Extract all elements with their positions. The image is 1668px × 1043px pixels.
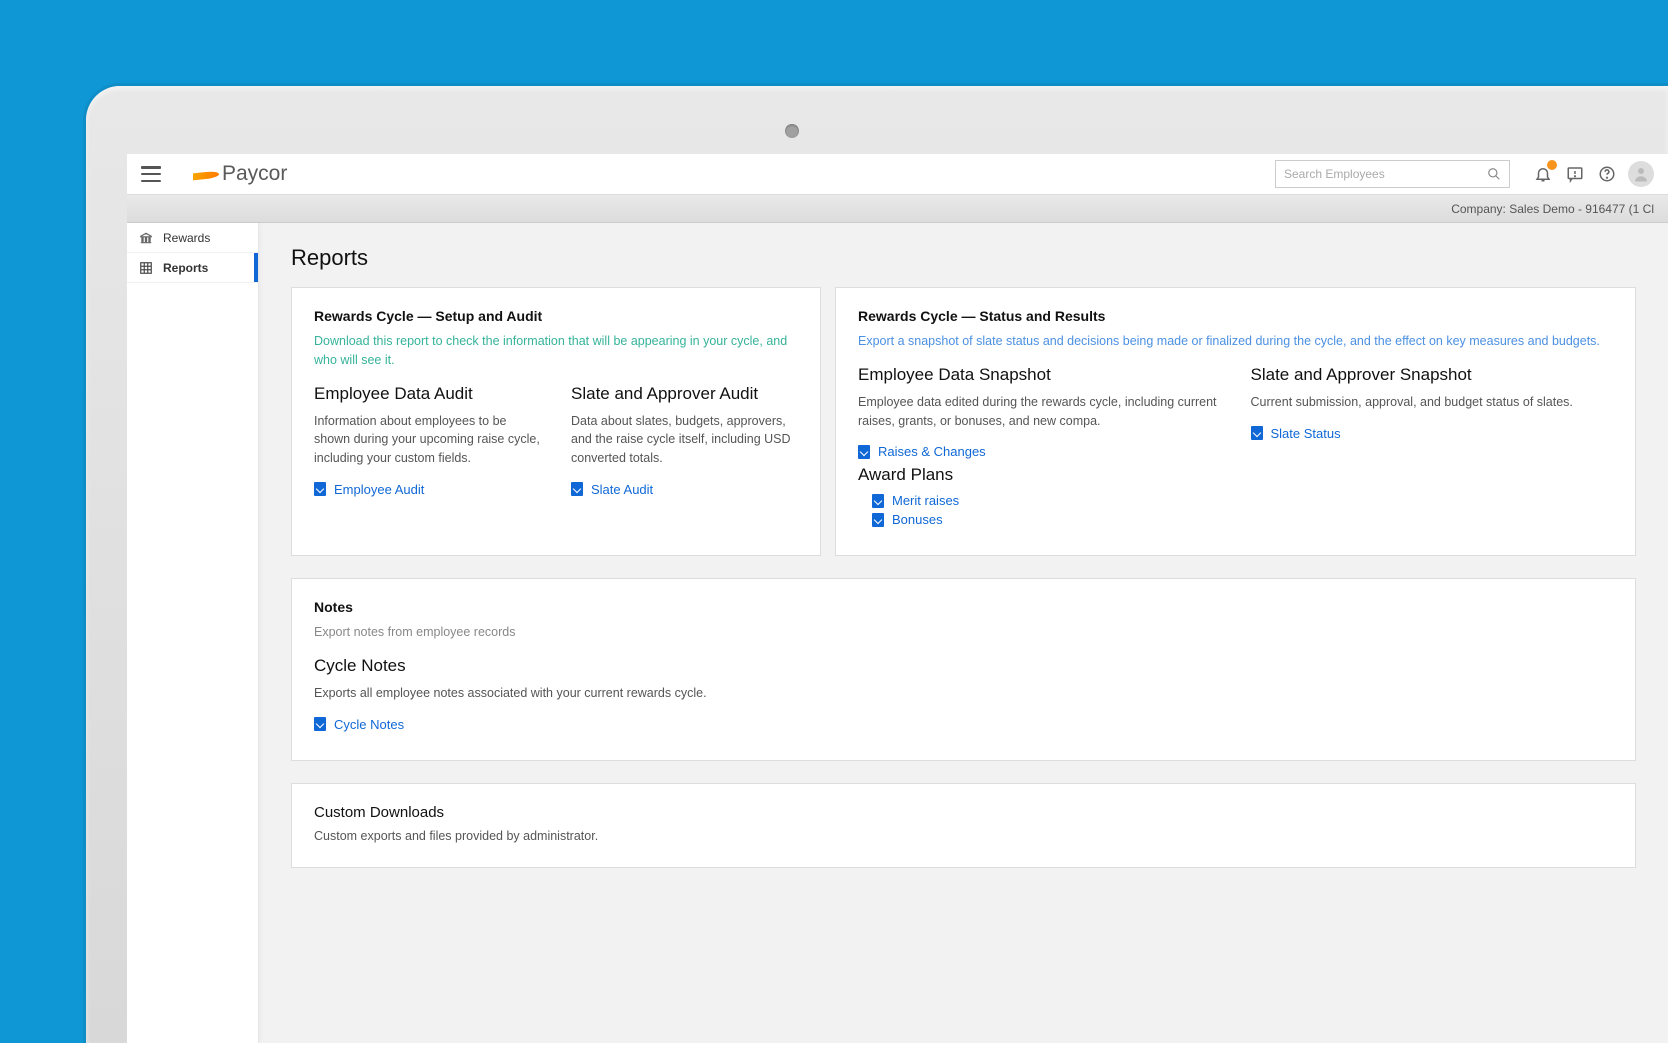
grid-icon: [139, 261, 153, 275]
help-icon[interactable]: [1596, 163, 1618, 185]
notification-badge: [1547, 160, 1557, 170]
link-bonuses[interactable]: Bonuses: [872, 512, 1221, 527]
logo-swoosh-icon: [193, 168, 219, 180]
card-title: Custom Downloads: [314, 804, 1613, 821]
card-status-results: Rewards Cycle — Status and Results Expor…: [835, 287, 1636, 556]
section-heading: Award Plans: [858, 465, 1221, 485]
section-heading: Cycle Notes: [314, 656, 1613, 676]
sidenav-item-reports[interactable]: Reports: [127, 253, 258, 283]
download-doc-icon: [571, 482, 583, 496]
device-frame: Paycor: [86, 86, 1668, 1043]
section-award-plans: Award Plans Merit raises Bon: [858, 465, 1221, 527]
device-camera: [785, 124, 799, 138]
bank-icon: [139, 231, 153, 245]
col-heading: Slate and Approver Audit: [571, 384, 798, 404]
search-input[interactable]: [1284, 167, 1487, 181]
main-content: Reports Rewards Cycle — Setup and Audit …: [259, 223, 1668, 1043]
card-desc: Custom exports and files provided by adm…: [314, 829, 1613, 843]
logo-text: Paycor: [222, 162, 287, 186]
col-slate-snapshot: Slate and Approver Snapshot Current subm…: [1251, 365, 1614, 532]
col-employee-data-audit: Employee Data Audit Information about em…: [314, 384, 541, 501]
card-title: Rewards Cycle — Status and Results: [858, 308, 1613, 324]
company-value: Sales Demo - 916477 (1 Cl: [1509, 202, 1654, 216]
link-label: Employee Audit: [334, 482, 424, 497]
sidenav-item-rewards[interactable]: Rewards: [127, 223, 258, 253]
link-merit-raises[interactable]: Merit raises: [872, 493, 1221, 508]
link-label: Cycle Notes: [334, 717, 404, 732]
card-notes: Notes Export notes from employee records…: [291, 578, 1636, 761]
link-cycle-notes[interactable]: Cycle Notes: [314, 717, 1613, 732]
link-slate-audit[interactable]: Slate Audit: [571, 482, 798, 497]
card-desc: Export a snapshot of slate status and de…: [858, 332, 1613, 351]
sidenav-item-label: Reports: [163, 261, 208, 275]
col-employee-snapshot: Employee Data Snapshot Employee data edi…: [858, 365, 1221, 532]
col-body: Information about employees to be shown …: [314, 412, 541, 468]
card-custom-downloads: Custom Downloads Custom exports and file…: [291, 783, 1636, 868]
link-label: Slate Audit: [591, 482, 653, 497]
sidenav-item-label: Rewards: [163, 231, 210, 245]
user-avatar[interactable]: [1628, 161, 1654, 187]
download-doc-icon: [872, 494, 884, 508]
col-heading: Employee Data Audit: [314, 384, 541, 404]
topbar-icons: [1532, 161, 1654, 187]
link-label: Bonuses: [892, 512, 943, 527]
feedback-icon[interactable]: [1564, 163, 1586, 185]
card-title: Notes: [314, 599, 1613, 615]
download-doc-icon: [314, 717, 326, 731]
link-label: Raises & Changes: [878, 444, 986, 459]
col-body: Employee data edited during the rewards …: [858, 393, 1221, 431]
app-screen: Paycor: [127, 154, 1668, 1043]
section-body: Exports all employee notes associated wi…: [314, 684, 1613, 703]
company-label: Company:: [1451, 202, 1506, 216]
search-icon: [1487, 167, 1501, 181]
paycor-logo[interactable]: Paycor: [193, 162, 287, 186]
download-doc-icon: [314, 482, 326, 496]
card-title: Rewards Cycle — Setup and Audit: [314, 308, 798, 324]
col-body: Current submission, approval, and budget…: [1251, 393, 1614, 412]
search-box[interactable]: [1275, 160, 1510, 188]
link-slate-status[interactable]: Slate Status: [1251, 426, 1614, 441]
topbar: Paycor: [127, 154, 1668, 195]
col-heading: Employee Data Snapshot: [858, 365, 1221, 385]
cards-row-1: Rewards Cycle — Setup and Audit Download…: [291, 287, 1636, 556]
section-cycle-notes: Cycle Notes Exports all employee notes a…: [314, 656, 1613, 732]
col-body: Data about slates, budgets, approvers, a…: [571, 412, 798, 468]
body: Rewards Reports Reports Rewards Cycle — …: [127, 223, 1668, 1043]
card-setup-audit: Rewards Cycle — Setup and Audit Download…: [291, 287, 821, 556]
col-heading: Slate and Approver Snapshot: [1251, 365, 1614, 385]
link-label: Slate Status: [1271, 426, 1341, 441]
card-desc: Download this report to check the inform…: [314, 332, 798, 370]
notifications-bell-icon[interactable]: [1532, 163, 1554, 185]
sidenav: Rewards Reports: [127, 223, 259, 1043]
page-title: Reports: [291, 245, 1636, 271]
link-label: Merit raises: [892, 493, 959, 508]
download-doc-icon: [1251, 426, 1263, 440]
menu-hamburger-icon[interactable]: [141, 166, 161, 182]
link-employee-audit[interactable]: Employee Audit: [314, 482, 541, 497]
download-doc-icon: [872, 513, 884, 527]
card-desc: Export notes from employee records: [314, 623, 1613, 642]
download-doc-icon: [858, 445, 870, 459]
col-slate-approver-audit: Slate and Approver Audit Data about slat…: [571, 384, 798, 501]
company-bar: Company: Sales Demo - 916477 (1 Cl: [127, 195, 1668, 223]
link-raises-changes[interactable]: Raises & Changes: [858, 444, 1221, 459]
